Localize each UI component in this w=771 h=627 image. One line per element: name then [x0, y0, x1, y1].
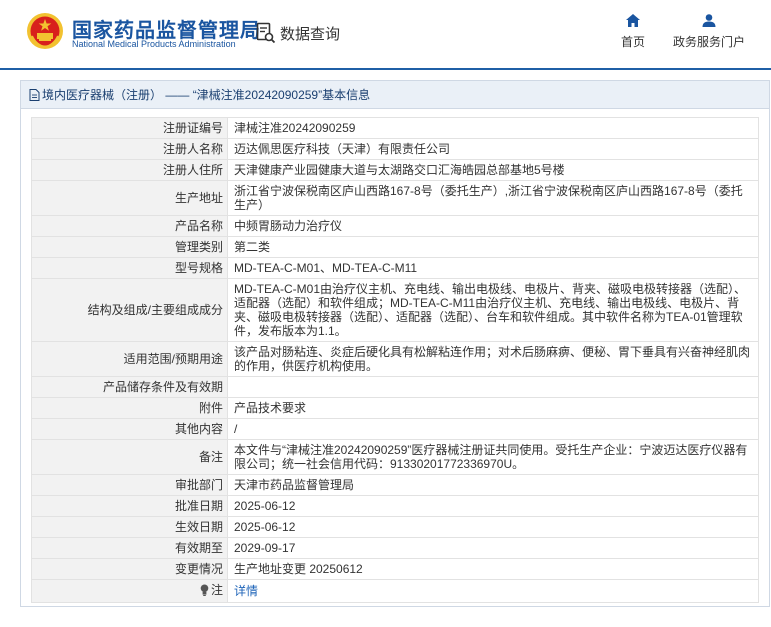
field-value [227, 376, 759, 398]
table-row: 注册人住所 天津健康产业园健康大道与太湖路交口汇海皓园总部基地5号楼 [31, 159, 759, 181]
data-query-label: 数据查询 [280, 25, 341, 43]
breadcrumb-title: “津械注准20242090259”基本信息 [192, 88, 371, 102]
field-label: 管理类别 [31, 236, 228, 258]
field-label: 型号规格 [31, 257, 228, 279]
field-value: 产品技术要求 [227, 397, 759, 419]
table-row: 管理类别 第二类 [31, 236, 759, 258]
field-label: 注册证编号 [31, 117, 228, 139]
field-value: 津械注准20242090259 [227, 117, 759, 139]
data-query-link[interactable]: 数据查询 [256, 20, 340, 46]
table-row: 适用范围/预期用途 该产品对肠粘连、炎症后硬化具有松解粘连作用；对术后肠麻痹、便秘… [31, 341, 759, 377]
table-row: 生效日期 2025-06-12 [31, 516, 759, 538]
table-row: 结构及组成/主要组成成分 MD-TEA-C-M01由治疗仪主机、充电线、输出电极线… [31, 278, 759, 342]
field-value: 浙江省宁波保税南区庐山西路167-8号（委托生产）,浙江省宁波保税南区庐山西路1… [227, 180, 759, 216]
field-label: 批准日期 [31, 495, 228, 517]
table-row: 产品名称 中频胃肠动力治疗仪 [31, 215, 759, 237]
nav-service-portal[interactable]: 政务服务门户 [670, 14, 748, 50]
breadcrumb-separator: —— [162, 87, 193, 102]
field-value: 该产品对肠粘连、炎症后硬化具有松解粘连作用；对术后肠麻痹、便秘、胃下垂具有兴奋神… [227, 341, 759, 377]
nav-home[interactable]: 首页 [618, 14, 648, 50]
field-label: 附件 [31, 397, 228, 419]
field-value: 2025-06-12 [227, 495, 759, 517]
table-row: 其他内容 / [31, 418, 759, 440]
field-label: 备注 [31, 439, 228, 475]
table-row: 备注 本文件与“津械注准20242090259”医疗器械注册证共同使用。受托生产企… [31, 439, 759, 475]
document-icon [29, 88, 40, 101]
note-label: 注 [210, 583, 223, 597]
table-row: 有效期至 2029-09-17 [31, 537, 759, 559]
field-label: 审批部门 [31, 474, 228, 496]
table-row: 附件 产品技术要求 [31, 397, 759, 419]
field-value: 生产地址变更 20250612 [227, 558, 759, 580]
search-document-icon [256, 22, 276, 44]
field-value: 本文件与“津械注准20242090259”医疗器械注册证共同使用。受托生产企业：… [227, 439, 759, 475]
site-header: 国家药品监督管理局 National Medical Products Admi… [0, 0, 771, 70]
national-emblem-icon [27, 13, 63, 49]
field-label: 变更情况 [31, 558, 228, 580]
field-label: 有效期至 [31, 537, 228, 559]
details-link[interactable]: 详情 [234, 584, 258, 598]
field-value: / [227, 418, 759, 440]
field-label: 产品名称 [31, 215, 228, 237]
nav-service-label: 政务服务门户 [672, 35, 745, 49]
user-icon [702, 14, 716, 27]
note-key: 注 [200, 583, 223, 597]
field-value: 迈达佩思医疗科技（天津）有限责任公司 [227, 138, 759, 160]
field-label: 其他内容 [31, 418, 228, 440]
home-icon [626, 14, 640, 27]
table-row: 产品储存条件及有效期 [31, 376, 759, 398]
field-value-note: 详情 [227, 579, 759, 603]
table-row: 型号规格 MD-TEA-C-M01、MD-TEA-C-M11 [31, 257, 759, 279]
field-value: MD-TEA-C-M01由治疗仪主机、充电线、输出电极线、电极片、背夹、磁吸电极… [227, 278, 759, 342]
table-row: 注册人名称 迈达佩思医疗科技（天津）有限责任公司 [31, 138, 759, 160]
table-row: 生产地址 浙江省宁波保税南区庐山西路167-8号（委托生产）,浙江省宁波保税南区庐… [31, 180, 759, 216]
brand-title-en: National Medical Products Administration [72, 39, 236, 49]
registration-info-table: 注册证编号 津械注准20242090259 注册人名称 迈达佩思医疗科技（天津）有限… [31, 117, 759, 603]
field-label: 结构及组成/主要组成成分 [31, 278, 228, 342]
field-label: 注册人住所 [31, 159, 228, 181]
table-row: 批准日期 2025-06-12 [31, 495, 759, 517]
info-panel: 境内医疗器械（注册） —— “津械注准20242090259”基本信息 注册证编… [20, 80, 770, 607]
field-value: 中频胃肠动力治疗仪 [227, 215, 759, 237]
breadcrumb-category-link[interactable]: 境内医疗器械（注册） [29, 86, 162, 103]
field-value: 天津健康产业园健康大道与太湖路交口汇海皓园总部基地5号楼 [227, 159, 759, 181]
table-row: 注册证编号 津械注准20242090259 [31, 117, 759, 139]
field-value: 2029-09-17 [227, 537, 759, 559]
breadcrumb-category: 境内医疗器械（注册） [42, 88, 163, 102]
field-label: 注册人名称 [31, 138, 228, 160]
field-label: 生产地址 [31, 180, 228, 216]
field-label-note: 注 [31, 579, 228, 603]
field-value: 2025-06-12 [227, 516, 759, 538]
table-row: 注 详情 [31, 579, 759, 603]
breadcrumb: 境内医疗器械（注册） —— “津械注准20242090259”基本信息 [21, 81, 769, 109]
field-value: MD-TEA-C-M01、MD-TEA-C-M11 [227, 257, 759, 279]
nav-home-label: 首页 [620, 35, 645, 49]
field-value: 天津市药品监督管理局 [227, 474, 759, 496]
table-row: 审批部门 天津市药品监督管理局 [31, 474, 759, 496]
table-row: 变更情况 生产地址变更 20250612 [31, 558, 759, 580]
field-label: 产品储存条件及有效期 [31, 376, 228, 398]
lightbulb-icon [200, 584, 209, 596]
field-value: 第二类 [227, 236, 759, 258]
field-label: 适用范围/预期用途 [31, 341, 228, 377]
field-label: 生效日期 [31, 516, 228, 538]
